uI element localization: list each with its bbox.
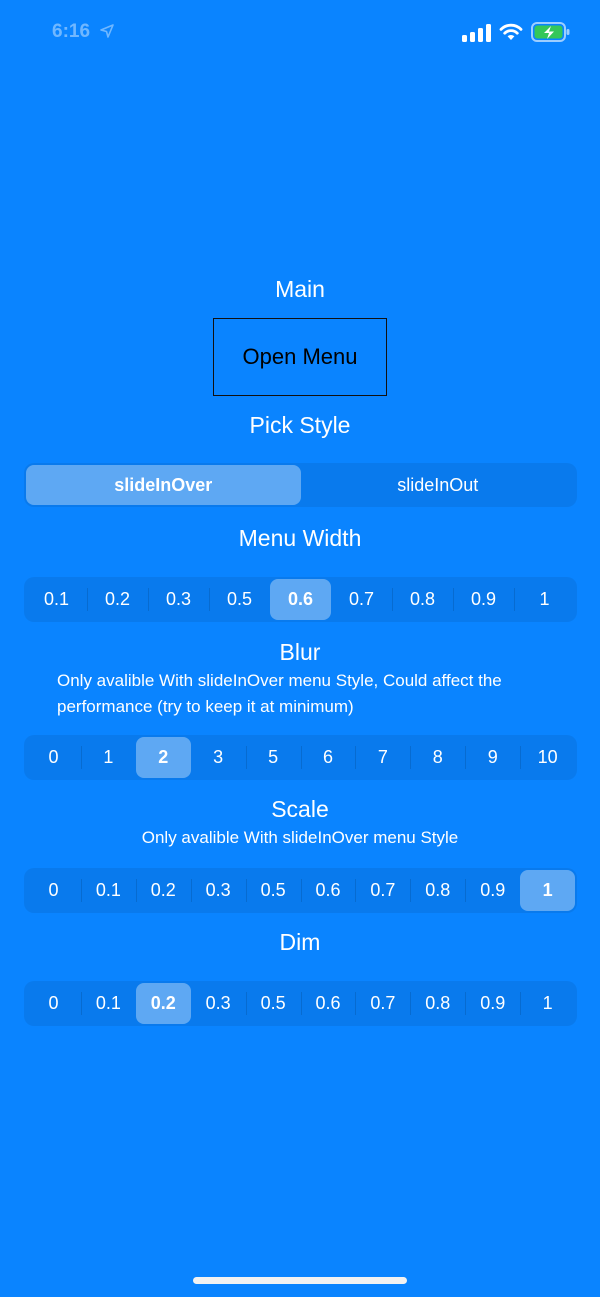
dim-segment[interactable]: 0.6 bbox=[300, 983, 356, 1024]
menu-width-segment[interactable]: 0.7 bbox=[331, 579, 392, 620]
menu-width-segment[interactable]: 0.1 bbox=[26, 579, 87, 620]
menu-width-segmented-control[interactable]: 0.1 0.2 0.3 0.5 0.6 0.7 0.8 0.9 1 bbox=[24, 577, 577, 622]
menu-width-segment[interactable]: 0.8 bbox=[392, 579, 453, 620]
blur-segment[interactable]: 7 bbox=[355, 737, 410, 778]
menu-width-segment[interactable]: 0.3 bbox=[148, 579, 209, 620]
battery-charging-icon bbox=[531, 22, 570, 42]
scale-segment[interactable]: 0.2 bbox=[135, 870, 191, 911]
dim-segment[interactable]: 0.9 bbox=[465, 983, 520, 1024]
blur-title: Blur bbox=[279, 639, 321, 665]
menu-width-segment[interactable]: 0.6 bbox=[270, 579, 331, 620]
scale-segment[interactable]: 0.7 bbox=[355, 870, 410, 911]
scale-segment[interactable]: 1 bbox=[520, 870, 576, 911]
scale-description: Only avalible With slideInOver menu Styl… bbox=[141, 828, 459, 847]
pick-style-segment[interactable]: slideInOver bbox=[26, 465, 301, 505]
scale-segment[interactable]: 0.1 bbox=[80, 870, 136, 911]
scale-title: Scale bbox=[271, 796, 329, 822]
menu-width-title: Menu Width bbox=[238, 525, 362, 551]
blur-segment[interactable]: 3 bbox=[191, 737, 246, 778]
dim-segmented-control[interactable]: 0 0.1 0.2 0.3 0.5 0.6 0.7 0.8 0.9 1 bbox=[24, 981, 577, 1026]
blur-description-line2: performance (try to keep it at minimum) bbox=[57, 697, 354, 716]
menu-width-segment[interactable]: 0.2 bbox=[87, 579, 148, 620]
dim-segment[interactable]: 0.2 bbox=[135, 983, 191, 1024]
scale-segment[interactable]: 0.6 bbox=[300, 870, 356, 911]
location-arrow-icon bbox=[100, 24, 114, 38]
pick-style-segment[interactable]: slideInOut bbox=[301, 465, 576, 505]
status-bar: 6:16 bbox=[0, 0, 600, 66]
blur-segment[interactable]: 6 bbox=[300, 737, 356, 778]
blur-segment[interactable]: 9 bbox=[465, 737, 520, 778]
scale-segment[interactable]: 0.5 bbox=[245, 870, 301, 911]
dim-segment[interactable]: 0.7 bbox=[355, 983, 410, 1024]
dim-segment[interactable]: 0.1 bbox=[80, 983, 136, 1024]
blur-segment[interactable]: 0 bbox=[26, 737, 81, 778]
pick-style-title: Pick Style bbox=[249, 412, 351, 438]
home-indicator bbox=[193, 1277, 407, 1284]
pick-style-segmented-control[interactable]: slideInOver slideInOut bbox=[24, 463, 577, 507]
wifi-icon bbox=[499, 23, 523, 40]
dim-segment[interactable]: 0.5 bbox=[245, 983, 301, 1024]
menu-width-segment[interactable]: 0.5 bbox=[209, 579, 270, 620]
blur-segment[interactable]: 2 bbox=[135, 737, 191, 778]
blur-segment[interactable]: 1 bbox=[80, 737, 136, 778]
scale-segment[interactable]: 0.8 bbox=[410, 870, 465, 911]
menu-width-segment[interactable]: 0.9 bbox=[453, 579, 514, 620]
dim-segment[interactable]: 0.8 bbox=[410, 983, 465, 1024]
cellular-signal-icon bbox=[462, 23, 491, 42]
blur-segmented-control[interactable]: 0 1 2 3 5 6 7 8 9 10 bbox=[24, 735, 577, 780]
scale-segment[interactable]: 0.9 bbox=[465, 870, 520, 911]
open-menu-button[interactable]: Open Menu bbox=[213, 318, 387, 396]
blur-segment[interactable]: 10 bbox=[520, 737, 575, 778]
blur-segment[interactable]: 5 bbox=[245, 737, 301, 778]
scale-segment[interactable]: 0 bbox=[26, 870, 81, 911]
status-time: 6:16 bbox=[52, 21, 91, 42]
dim-segment[interactable]: 1 bbox=[520, 983, 575, 1024]
menu-width-segment[interactable]: 1 bbox=[514, 579, 575, 620]
blur-description-line1: Only avalible With slideInOver menu Styl… bbox=[57, 671, 502, 690]
blur-segment[interactable]: 8 bbox=[410, 737, 465, 778]
dim-segment[interactable]: 0 bbox=[26, 983, 81, 1024]
dim-segment[interactable]: 0.3 bbox=[191, 983, 246, 1024]
dim-title: Dim bbox=[279, 929, 321, 955]
scale-segment[interactable]: 0.3 bbox=[190, 870, 246, 911]
scale-segmented-control[interactable]: 0 0.1 0.2 0.3 0.5 0.6 0.7 0.8 0.9 1 bbox=[24, 868, 577, 913]
main-title: Main bbox=[275, 276, 325, 302]
